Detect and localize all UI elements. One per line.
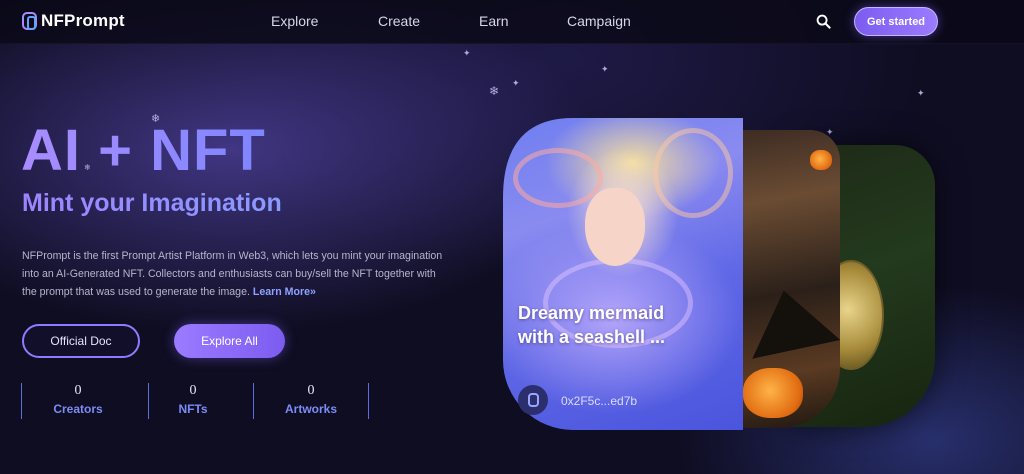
pumpkin-artwork xyxy=(743,368,803,418)
sparkle-icon: ❄ xyxy=(489,84,500,98)
avatar-icon[interactable] xyxy=(518,385,548,415)
witch-hat-artwork xyxy=(739,281,840,359)
logo-icon xyxy=(22,12,37,30)
stat-divider xyxy=(253,383,254,419)
hero-description-text: NFPrompt is the first Prompt Artist Plat… xyxy=(22,250,443,298)
nav-explore[interactable]: Explore xyxy=(271,13,318,29)
stat-divider xyxy=(21,383,22,419)
owner-address[interactable]: 0x2F5c...ed7b xyxy=(561,394,637,408)
logo-icon xyxy=(527,393,539,407)
nav-campaign[interactable]: Campaign xyxy=(567,13,631,29)
nft-card-featured[interactable] xyxy=(503,118,743,430)
stat-value: 0 xyxy=(307,383,315,398)
stat-divider xyxy=(148,383,149,419)
brand-logo[interactable]: NFPrompt xyxy=(22,11,125,31)
stat-artworks: 0 Artworks xyxy=(280,383,342,419)
stat-label: Creators xyxy=(53,402,103,416)
ribbon-artwork xyxy=(653,128,733,218)
search-icon[interactable] xyxy=(816,14,831,29)
stat-value: 0 xyxy=(189,383,197,398)
official-doc-button[interactable]: Official Doc xyxy=(22,324,140,358)
get-started-button[interactable]: Get started xyxy=(854,7,938,36)
sparkle-icon: ✦ xyxy=(917,88,925,98)
stat-nfts: 0 NFTs xyxy=(170,383,216,419)
hero-title: AI + NFT xyxy=(21,118,266,183)
stat-divider xyxy=(368,383,369,419)
stat-label: Artworks xyxy=(284,402,337,416)
sparkle-icon: ✦ xyxy=(463,48,471,58)
hero-description: NFPrompt is the first Prompt Artist Plat… xyxy=(22,247,452,301)
stat-value: 0 xyxy=(74,383,82,398)
pumpkin-artwork xyxy=(810,150,832,170)
brand-name: NFPrompt xyxy=(41,11,125,30)
sparkle-icon: ✦ xyxy=(601,64,609,74)
mermaid-face-artwork xyxy=(585,188,645,266)
nav-earn[interactable]: Earn xyxy=(479,13,509,29)
ribbon-artwork xyxy=(513,148,603,208)
learn-more-link[interactable]: Learn More» xyxy=(253,286,316,298)
featured-nft-title[interactable]: Dreamy mermaid with a seashell ... xyxy=(518,301,688,349)
explore-all-button[interactable]: Explore All xyxy=(174,324,285,358)
stat-label: NFTs xyxy=(178,402,208,416)
sparkle-icon: ✦ xyxy=(512,78,520,88)
top-nav: NFPrompt Explore Create Earn Campaign Ge… xyxy=(0,0,1024,44)
nav-create[interactable]: Create xyxy=(378,13,420,29)
stat-creators: 0 Creators xyxy=(45,383,111,419)
hero-subtitle: Mint your Imagination xyxy=(22,189,282,217)
